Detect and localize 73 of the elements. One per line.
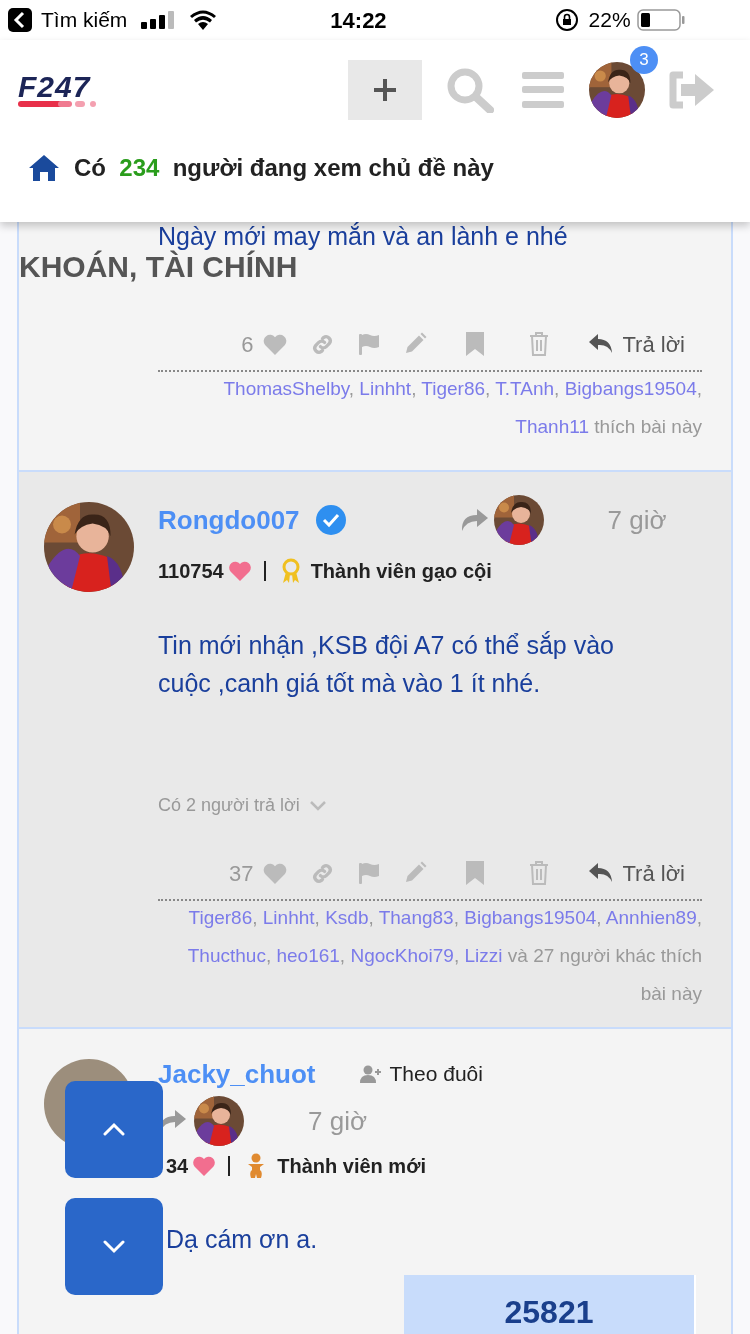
like-count: 37 — [229, 859, 254, 888]
post-text: Tin mới nhận ,KSB đội A7 có thể sắp vào cuộc ,canh giá tốt mà vào 1 ít nhé. — [158, 630, 615, 699]
new-post-button[interactable] — [348, 60, 422, 120]
chevron-down-icon — [103, 1239, 125, 1254]
reply-button[interactable]: Trả lời — [588, 327, 685, 361]
user-link[interactable]: heo161 — [276, 945, 340, 966]
reputation-score: 110754 — [158, 559, 224, 584]
user-link[interactable]: Linhht — [359, 378, 412, 399]
trash-icon[interactable] — [528, 332, 549, 356]
likes-text: ThomasShelby, Linhht, Tiger86, T.TAnh, Bigbangs19504, Thanh11 thích bài này — [222, 377, 702, 439]
search-icon[interactable] — [446, 67, 494, 113]
trash-icon[interactable] — [528, 861, 549, 885]
battery-percent: 22% — [588, 7, 631, 34]
heart-icon — [192, 1155, 217, 1177]
logout-icon[interactable] — [669, 71, 715, 109]
flag-icon[interactable] — [356, 332, 381, 356]
reputation-score: 34 — [166, 1154, 189, 1179]
user-link[interactable]: Bigbangs19504 — [464, 907, 597, 928]
menu-icon[interactable] — [522, 72, 564, 108]
post-text: Ngày mới may mắn và an lành e nhé — [157, 222, 569, 250]
replies-toggle[interactable]: Có 2 người trả lời — [158, 792, 326, 819]
user-link[interactable]: Linhht — [262, 907, 315, 928]
heart-icon[interactable] — [261, 332, 288, 356]
logo[interactable]: F247 — [18, 73, 116, 107]
reply-icon — [588, 334, 613, 354]
chevron-up-icon — [103, 1122, 125, 1137]
bookmark-icon[interactable] — [464, 861, 485, 885]
scroll-down-button[interactable] — [65, 1198, 163, 1295]
post-text: Dạ cám ơn a. — [165, 1224, 319, 1255]
like-count: 6 — [241, 330, 254, 359]
user-link[interactable]: Thanh11 — [515, 416, 589, 437]
battery-icon — [636, 9, 685, 31]
username[interactable]: Rongdo007 — [158, 500, 300, 540]
wifi-icon — [189, 10, 218, 30]
user-link[interactable]: Annhien89 — [605, 907, 697, 928]
member-rank: Thành viên mới — [277, 1154, 426, 1179]
username[interactable]: Jacky_chuot — [158, 1054, 316, 1094]
user-link[interactable]: T.TAnh — [495, 378, 555, 399]
share-arrow-icon — [459, 509, 488, 531]
heart-icon[interactable] — [261, 861, 288, 885]
user-link[interactable]: Lizzi — [464, 945, 503, 966]
heart-icon — [227, 560, 252, 582]
user-link[interactable]: Bigbangs19504 — [564, 378, 697, 399]
post-heading: KHOÁN, TÀI CHÍNH — [19, 250, 299, 284]
likes-text: Tiger86, Linhht, Ksdb, Thang83, Bigbangs19504, Annhien89, Thucthuc, heo161, NgocKhoi79, Lizzi và 27 người khác thích bài này — [186, 906, 702, 1006]
reply-button[interactable]: Trả lời — [588, 856, 685, 890]
user-link[interactable]: NgocKhoi79 — [350, 945, 454, 966]
member-rank: Thành viên gạo cội — [310, 559, 492, 584]
ribbon-award-icon — [280, 558, 301, 584]
plus-icon — [373, 78, 397, 102]
bookmark-icon[interactable] — [464, 332, 485, 356]
home-icon[interactable] — [28, 154, 60, 182]
follow-button[interactable]: Theo đuôi — [359, 1058, 483, 1090]
post-time: 7 giờ — [308, 1104, 367, 1138]
add-user-icon — [359, 1065, 382, 1083]
rotation-lock-icon — [554, 8, 579, 32]
counter-box: 25821 — [404, 1275, 696, 1334]
user-link[interactable]: ThomasShelby — [223, 378, 349, 399]
user-link[interactable]: Ksdb — [325, 907, 369, 928]
flag-icon[interactable] — [356, 861, 381, 885]
viewers-notice: Có 234 người đang xem chủ đề này — [74, 153, 494, 183]
reply-icon — [588, 863, 613, 883]
user-link[interactable]: Thang83 — [378, 907, 454, 928]
user-link[interactable]: Thucthuc — [187, 945, 266, 966]
signal-icon — [141, 11, 176, 29]
notification-badge: 3 — [630, 46, 658, 74]
user-link[interactable]: Tiger86 — [421, 378, 486, 399]
back-label[interactable]: Tìm kiếm — [41, 4, 128, 36]
user-link[interactable]: Tiger86 — [188, 907, 253, 928]
clock-time: 14:22 — [330, 6, 387, 35]
back-icon[interactable] — [8, 8, 32, 32]
post-time: 7 giờ — [607, 503, 667, 537]
chevron-down-icon — [309, 800, 326, 811]
